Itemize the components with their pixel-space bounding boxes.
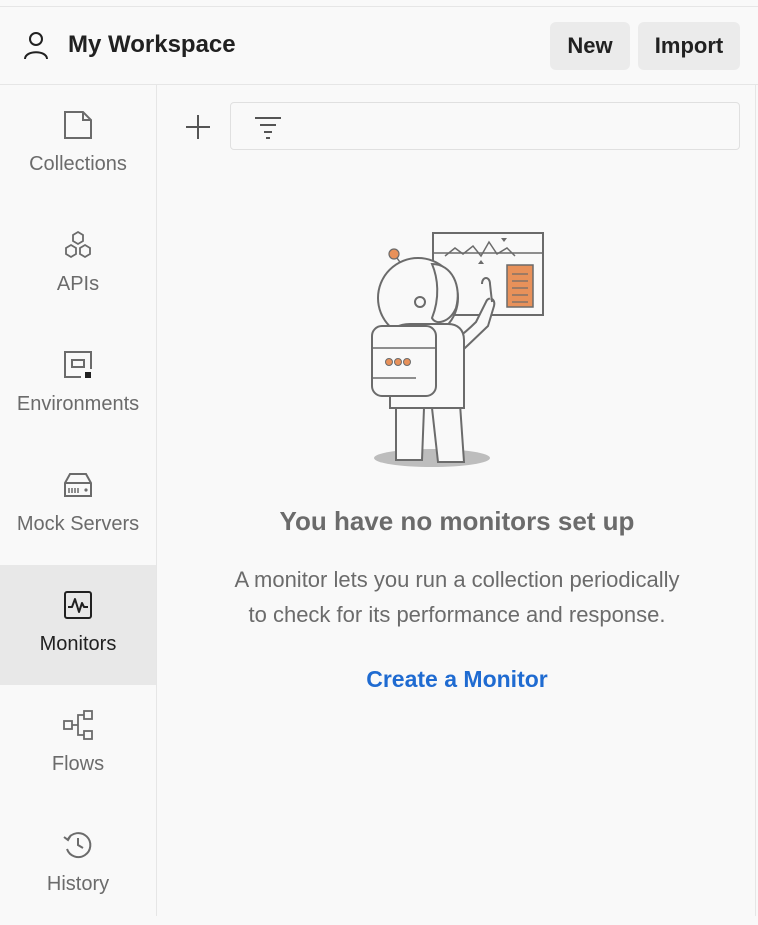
astronaut-monitor-illustration <box>371 232 544 467</box>
apis-icon <box>65 230 91 259</box>
empty-state-description-line: A monitor lets you run a collection peri… <box>234 567 680 592</box>
add-monitor-icon[interactable] <box>181 112 215 142</box>
mock-servers-icon <box>64 473 92 497</box>
sidebar: Collections APIs Environments Mock Serve… <box>0 85 157 916</box>
empty-state-description: A monitor lets you run a collection peri… <box>157 562 757 632</box>
sidebar-item-label: APIs <box>56 273 100 295</box>
empty-state-title: You have no monitors set up <box>279 506 635 536</box>
workspace-title: My Workspace <box>68 31 236 58</box>
sidebar-item-apis[interactable]: APIs <box>0 205 156 325</box>
sidebar-item-label: Environments <box>16 393 140 415</box>
history-icon <box>63 832 92 859</box>
sidebar-item-mock-servers[interactable]: Mock Servers <box>0 445 156 565</box>
sidebar-item-label: Mock Servers <box>16 513 140 535</box>
environments-icon <box>64 351 92 378</box>
sidebar-item-flows[interactable]: Flows <box>0 685 156 805</box>
sidebar-item-collections[interactable]: Collections <box>0 85 156 205</box>
monitors-icon <box>64 591 92 619</box>
sidebar-item-monitors[interactable]: Monitors <box>0 565 156 685</box>
collections-icon <box>64 111 92 139</box>
user-icon <box>24 32 48 60</box>
sidebar-item-label: Collections <box>29 153 127 175</box>
sidebar-item-label: History <box>46 873 110 895</box>
sidebar-item-label: Flows <box>51 753 105 775</box>
filter-icon[interactable] <box>253 113 283 139</box>
empty-state-description-line: to check for its performance and respons… <box>248 602 666 627</box>
flows-icon <box>63 710 93 740</box>
sidebar-item-environments[interactable]: Environments <box>0 325 156 445</box>
sidebar-item-label: Monitors <box>39 633 117 655</box>
sidebar-item-history[interactable]: History <box>0 805 156 925</box>
import-button[interactable]: Import <box>638 22 740 70</box>
panel-divider <box>755 85 756 916</box>
workspace-header: My Workspace New Import <box>0 7 758 85</box>
create-monitor-link[interactable]: Create a Monitor <box>157 666 757 693</box>
search-filter-input[interactable] <box>230 102 740 150</box>
new-button[interactable]: New <box>550 22 630 70</box>
